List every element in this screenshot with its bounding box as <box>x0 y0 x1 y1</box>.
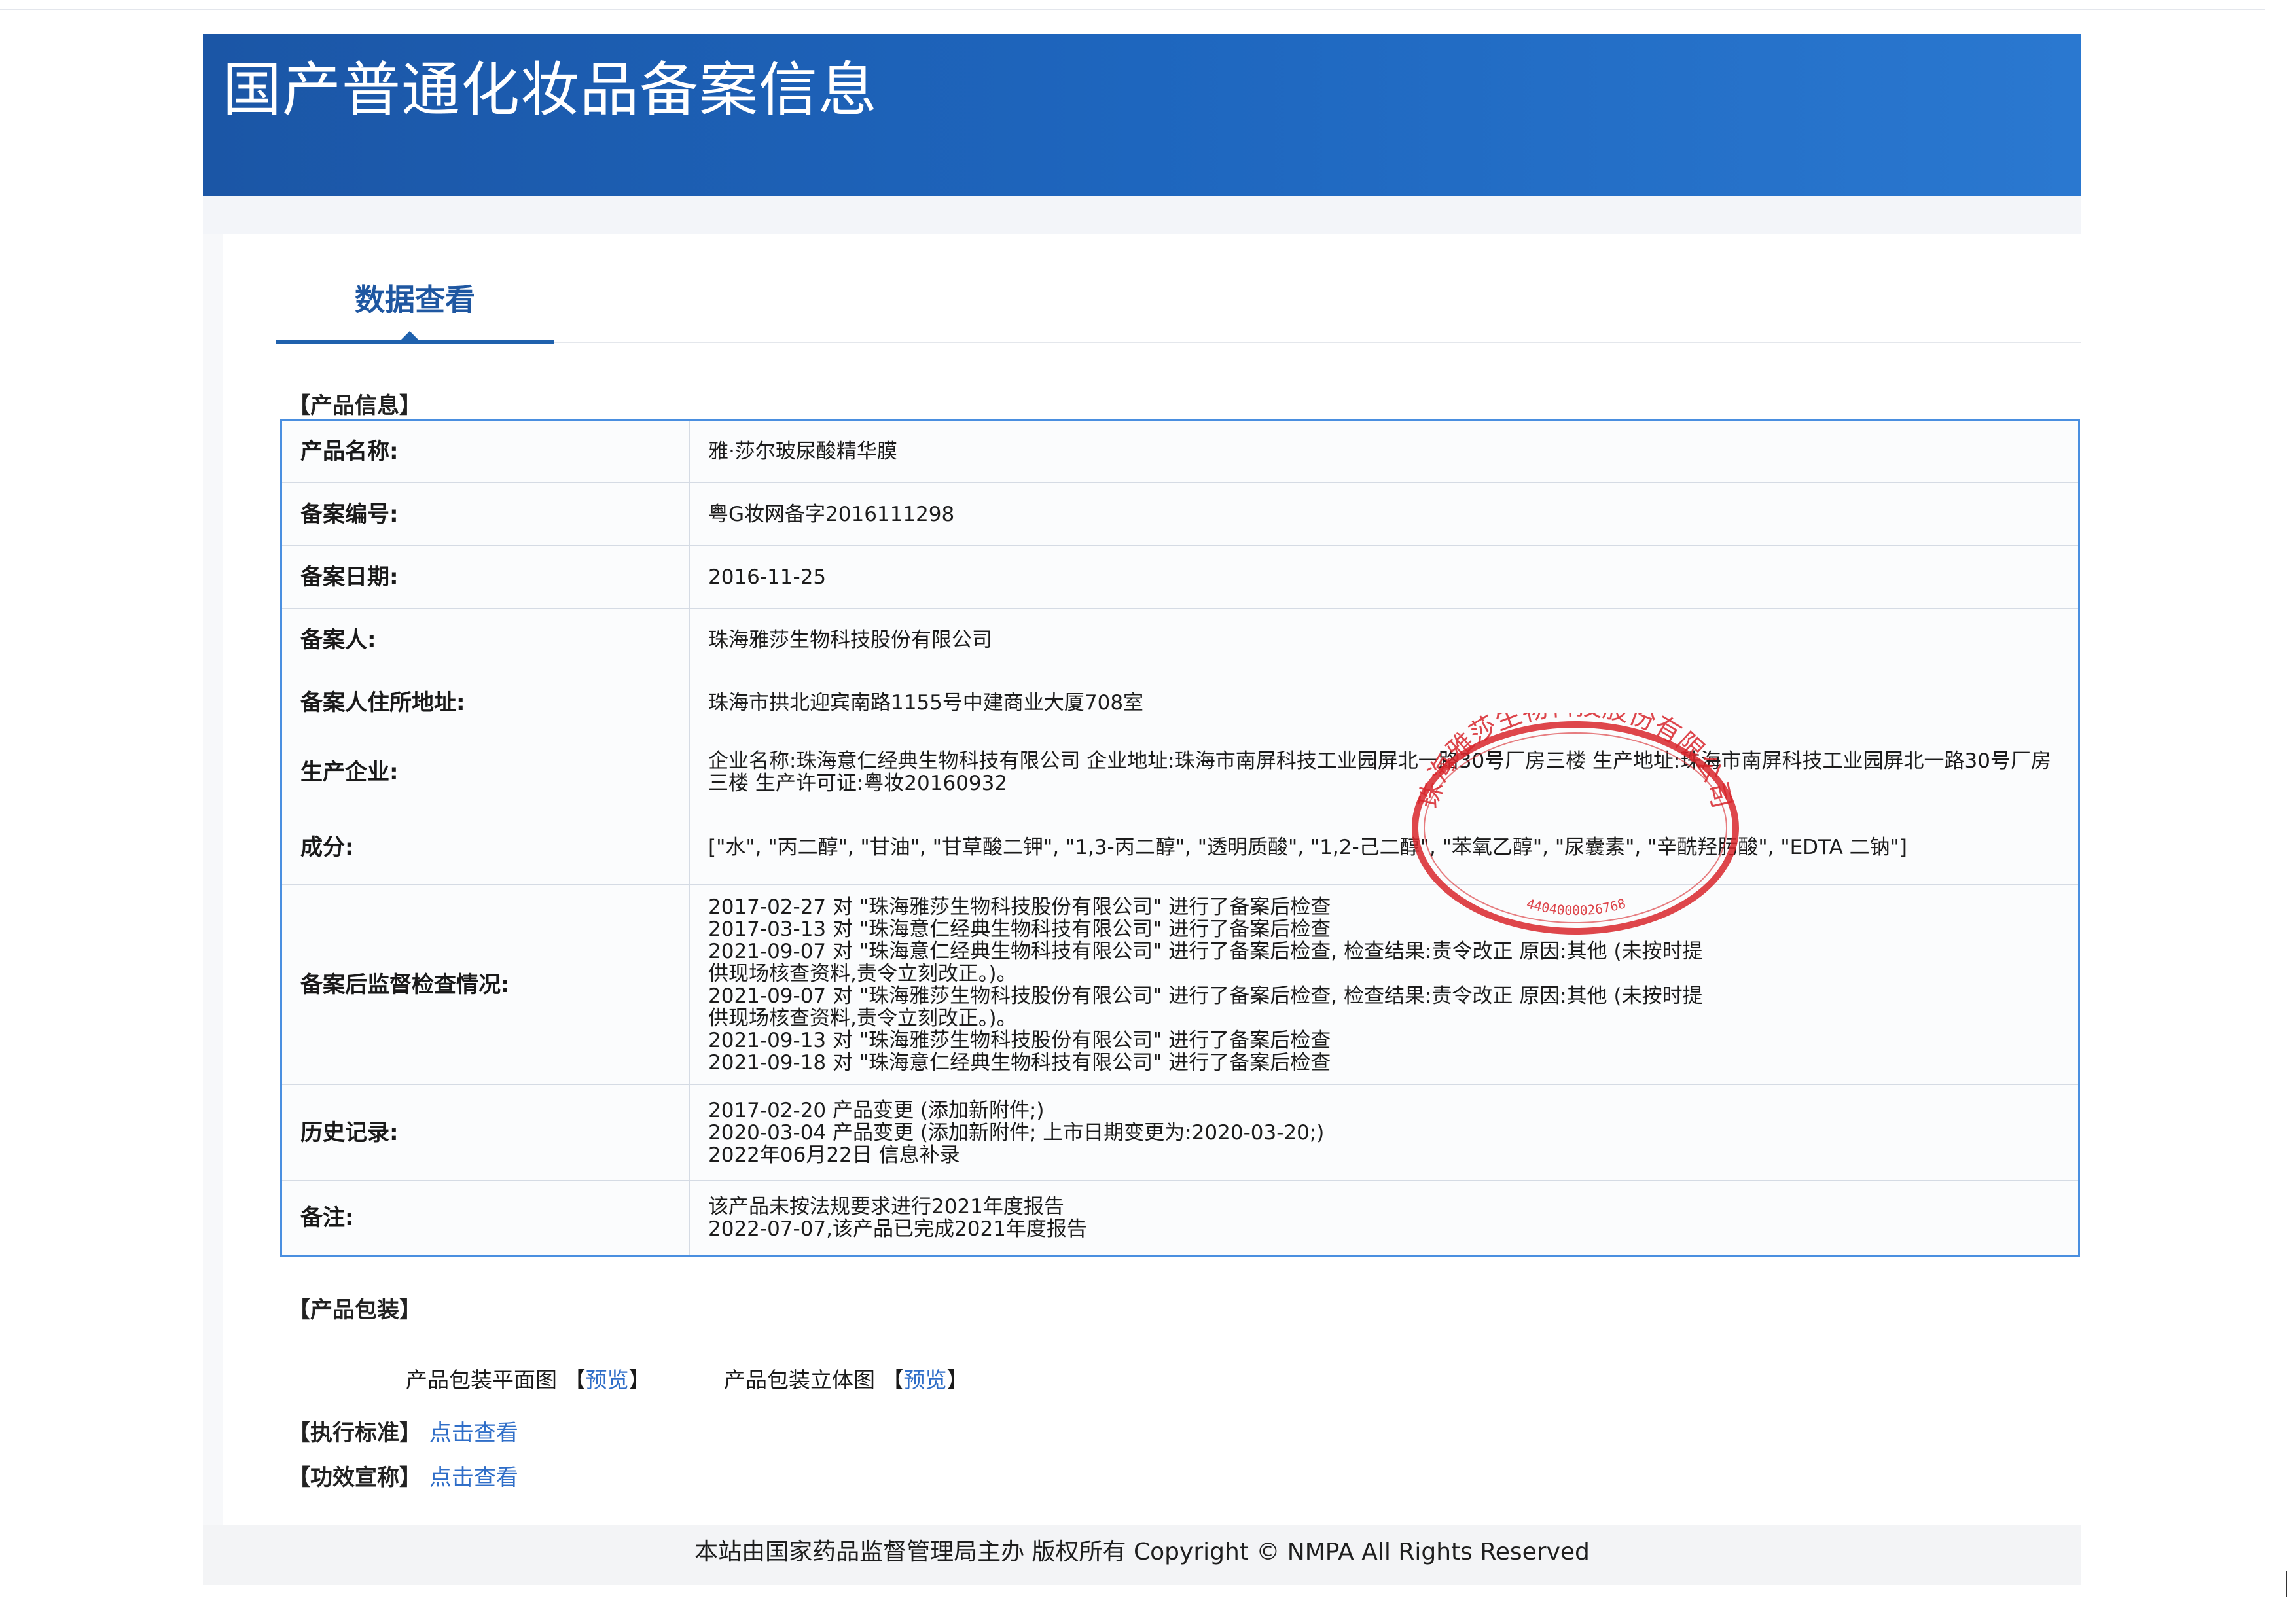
table-row: 成分: ["水", "丙二醇", "甘油", "甘草酸二钾", "1,3-丙二醇… <box>281 810 2079 885</box>
row-value: 粤G妆网备字2016111298 <box>689 482 2079 546</box>
top-rule <box>0 9 2265 10</box>
row-key: 成分: <box>281 810 690 885</box>
tab-data-view[interactable]: 数据查看 <box>276 276 554 319</box>
row-key: 备案日期: <box>281 545 690 609</box>
row-key: 历史记录: <box>281 1084 690 1181</box>
row-key: 生产企业: <box>281 734 690 810</box>
page-frame: 国产普通化妆品备案信息 数据查看 【产品信息】 产品名称: 雅·莎尔玻尿酸精华膜… <box>203 34 2081 1585</box>
row-value: 雅·莎尔玻尿酸精华膜 <box>708 440 897 463</box>
row-key: 备注: <box>281 1180 690 1257</box>
packaging-heading: 【产品包装】 <box>288 1297 422 1323</box>
table-row: 历史记录: 2017-02-20 产品变更 (添加新附件;) 2020-03-0… <box>281 1084 2079 1181</box>
row-key: 产品名称: <box>281 419 690 483</box>
row-key: 备案人住所地址: <box>281 671 690 734</box>
packaging-flat: 产品包装平面图 【预览】 <box>406 1363 651 1394</box>
table-row: 备注: 该产品未按法规要求进行2021年度报告 2022-07-07,该产品已完… <box>281 1180 2079 1257</box>
page-title: 国产普通化妆品备案信息 <box>223 56 878 124</box>
row-key: 备案编号: <box>281 482 690 546</box>
efficacy-link[interactable]: 点击查看 <box>429 1465 518 1491</box>
row-value: 珠海雅莎生物科技股份有限公司 <box>689 608 2079 671</box>
bracket-close: 】 <box>628 1367 651 1393</box>
table-row: 备案编号: 粤G妆网备字2016111298 <box>281 482 2079 546</box>
standard-row: 【执行标准】 点击查看 <box>288 1415 518 1447</box>
packaging-stereo: 产品包装立体图 【预览】 <box>724 1363 969 1394</box>
table-row: 生产企业: 企业名称:珠海意仁经典生物科技有限公司 企业地址:珠海市南屏科技工业… <box>281 734 2079 810</box>
left-shade <box>203 234 223 1525</box>
row-value: 2017-02-27 对 "珠海雅莎生物科技股份有限公司" 进行了备案后检查 2… <box>689 884 2079 1085</box>
row-value: 2016-11-25 <box>689 545 2079 609</box>
standard-label: 【执行标准】 <box>288 1420 422 1446</box>
footer-copyright: 本站由国家药品监督管理局主办 版权所有 Copyright © NMPA All… <box>694 1539 1590 1565</box>
row-value: 2017-02-20 产品变更 (添加新附件;) 2020-03-04 产品变更… <box>689 1084 2079 1181</box>
efficacy-label: 【功效宣称】 <box>288 1465 422 1491</box>
tab-divider <box>554 342 2081 343</box>
packaging-flat-label: 产品包装平面图 <box>406 1367 557 1393</box>
table-row: 备案日期: 2016-11-25 <box>281 545 2079 609</box>
row-key: 备案后监督检查情况: <box>281 884 690 1085</box>
preview-stereo-link[interactable]: 预览 <box>904 1367 947 1393</box>
table-row: 产品名称: 雅·莎尔玻尿酸精华膜 <box>281 419 2079 483</box>
row-key: 备案人: <box>281 608 690 671</box>
efficacy-row: 【功效宣称】 点击查看 <box>288 1459 518 1491</box>
row-value: 该产品未按法规要求进行2021年度报告 2022-07-07,该产品已完成202… <box>689 1180 2079 1257</box>
row-value: 企业名称:珠海意仁经典生物科技有限公司 企业地址:珠海市南屏科技工业园屏北一路3… <box>689 734 2079 810</box>
bracket-open: 【 <box>882 1367 904 1393</box>
banner-shade <box>203 196 2081 234</box>
bracket-close: 】 <box>946 1367 969 1393</box>
standard-link[interactable]: 点击查看 <box>429 1420 518 1446</box>
row-value: 珠海市拱北迎宾南路1155号中建商业大厦708室 <box>689 671 2079 734</box>
scan-mark <box>2286 1571 2287 1597</box>
table-row: 备案后监督检查情况: 2017-02-27 对 "珠海雅莎生物科技股份有限公司"… <box>281 884 2079 1085</box>
bracket-open: 【 <box>564 1367 586 1393</box>
product-info-heading: 【产品信息】 <box>288 393 422 419</box>
product-info-table: 产品名称: 雅·莎尔玻尿酸精华膜 备案编号: 粤G妆网备字2016111298 … <box>280 419 2080 1257</box>
packaging-stereo-label: 产品包装立体图 <box>724 1367 875 1393</box>
row-value: ["水", "丙二醇", "甘油", "甘草酸二钾", "1,3-丙二醇", "… <box>689 810 2079 885</box>
table-row: 备案人: 珠海雅莎生物科技股份有限公司 <box>281 608 2079 671</box>
header-banner: 国产普通化妆品备案信息 <box>203 34 2081 196</box>
table-row: 备案人住所地址: 珠海市拱北迎宾南路1155号中建商业大厦708室 <box>281 671 2079 734</box>
tab-indicator-icon <box>399 331 420 342</box>
preview-flat-link[interactable]: 预览 <box>586 1367 629 1393</box>
